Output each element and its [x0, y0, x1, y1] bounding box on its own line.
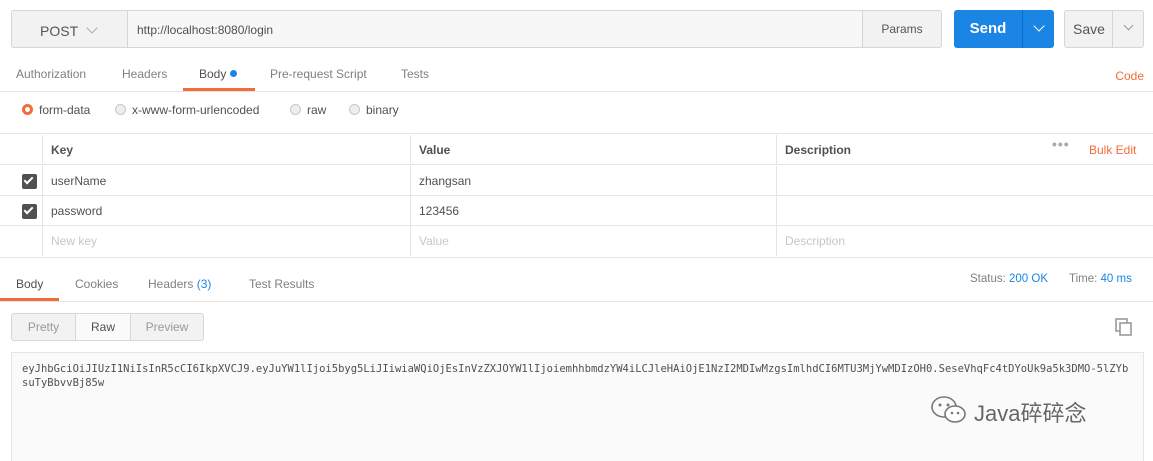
chevron-down-icon	[1123, 20, 1134, 31]
tab-headers[interactable]: Headers	[122, 67, 167, 81]
response-body-text: eyJhbGciOiJIUzI1NiIsInR5cCI6IkpXVCJ9.eyJ…	[22, 363, 1129, 389]
radio-urlencoded[interactable]: x-www-form-urlencoded	[115, 103, 259, 117]
view-pretty-button[interactable]: Pretty	[12, 314, 75, 340]
body-type-selector: form-data x-www-form-urlencoded raw bina…	[0, 92, 1153, 134]
send-label: Send	[969, 20, 1007, 37]
new-row: New key Value Description	[0, 226, 1153, 256]
checkmark-icon	[23, 174, 34, 185]
radio-form-data-label: form-data	[39, 103, 91, 117]
row-description[interactable]	[776, 196, 1153, 226]
view-raw-button[interactable]: Raw	[75, 314, 131, 340]
row-key[interactable]: userName	[42, 166, 410, 196]
new-key-input[interactable]: New key	[42, 226, 410, 256]
bulk-edit-link[interactable]: Bulk Edit	[1089, 135, 1136, 165]
column-key-header: Key	[42, 135, 410, 165]
response-tab-body[interactable]: Body	[16, 277, 43, 291]
chevron-down-icon	[1033, 20, 1045, 32]
tab-pre-request-script[interactable]: Pre-request Script	[270, 67, 367, 81]
modified-dot-icon	[230, 70, 238, 77]
code-link[interactable]: Code	[1115, 69, 1144, 83]
response-tab-test-results[interactable]: Test Results	[249, 277, 314, 291]
table-row: userName zhangsan	[0, 166, 1153, 196]
radio-raw[interactable]: raw	[290, 103, 326, 117]
radio-icon	[290, 104, 301, 115]
more-options-icon[interactable]: •••	[1052, 136, 1070, 152]
method-select[interactable]: POST	[11, 10, 127, 48]
status-value: 200 OK	[1009, 273, 1049, 285]
tab-tests[interactable]: Tests	[401, 67, 429, 81]
radio-form-data[interactable]: form-data	[22, 103, 90, 117]
response-tab-headers[interactable]: Headers (3)	[148, 277, 211, 291]
save-dropdown[interactable]	[1112, 11, 1144, 47]
send-dropdown[interactable]	[1022, 10, 1054, 48]
send-button[interactable]: Send	[954, 10, 1054, 48]
response-tabs: Body Cookies Headers (3) Test Results St…	[0, 257, 1153, 302]
form-data-table: Key Value Description ••• Bulk Edit user…	[0, 135, 1153, 257]
url-input[interactable]: http://localhost:8080/login	[127, 10, 863, 48]
new-description-input[interactable]: Description	[776, 226, 1153, 256]
time-readout: Time: 40 ms	[1069, 273, 1132, 285]
new-value-input[interactable]: Value	[410, 226, 776, 256]
column-value-header: Value	[410, 135, 776, 165]
wechat-icon	[931, 396, 966, 423]
active-tab-indicator	[0, 298, 59, 301]
tab-body-label: Body	[199, 67, 227, 81]
radio-binary[interactable]: binary	[349, 103, 399, 117]
table-header-row: Key Value Description ••• Bulk Edit	[0, 135, 1153, 165]
headers-count: (3)	[196, 277, 212, 291]
response-tab-headers-label: Headers	[148, 277, 194, 291]
radio-icon	[115, 104, 126, 115]
row-key[interactable]: password	[42, 196, 410, 226]
radio-raw-label: raw	[307, 103, 327, 117]
row-enabled-checkbox[interactable]	[22, 174, 37, 189]
save-label: Save	[1073, 21, 1105, 37]
copy-icon[interactable]	[1115, 318, 1133, 336]
method-label: POST	[40, 23, 79, 39]
url-text: http://localhost:8080/login	[137, 23, 274, 37]
status-readout: Status: 200 OK	[970, 273, 1048, 285]
watermark-text: Java碎碎念	[974, 401, 1087, 426]
active-tab-indicator	[183, 88, 255, 91]
url-bar: POST http://localhost:8080/login Params …	[0, 0, 1153, 58]
radio-binary-label: binary	[366, 103, 399, 117]
params-button[interactable]: Params	[862, 10, 942, 48]
time-value: 40 ms	[1100, 273, 1132, 285]
row-value[interactable]: 123456	[410, 196, 776, 226]
time-label: Time:	[1069, 273, 1098, 285]
request-tabs: Authorization Headers Body Pre-request S…	[0, 58, 1153, 92]
radio-icon	[349, 104, 360, 115]
row-enabled-checkbox[interactable]	[22, 204, 37, 219]
response-tab-cookies[interactable]: Cookies	[75, 277, 118, 291]
checkmark-icon	[23, 204, 34, 215]
chevron-down-icon	[86, 22, 98, 34]
tab-body[interactable]: Body	[199, 67, 238, 81]
tab-authorization[interactable]: Authorization	[16, 67, 86, 81]
row-value[interactable]: zhangsan	[410, 166, 776, 196]
radio-selected-icon	[22, 104, 33, 115]
radio-urlencoded-label: x-www-form-urlencoded	[132, 103, 260, 117]
view-preview-button[interactable]: Preview	[131, 314, 203, 340]
save-button[interactable]: Save	[1064, 10, 1144, 48]
view-mode-segment: Pretty Raw Preview	[11, 313, 204, 341]
status-label: Status:	[970, 273, 1006, 285]
table-row: password 123456	[0, 196, 1153, 226]
watermark: Java碎碎念	[930, 394, 1086, 426]
row-description[interactable]	[776, 166, 1153, 196]
